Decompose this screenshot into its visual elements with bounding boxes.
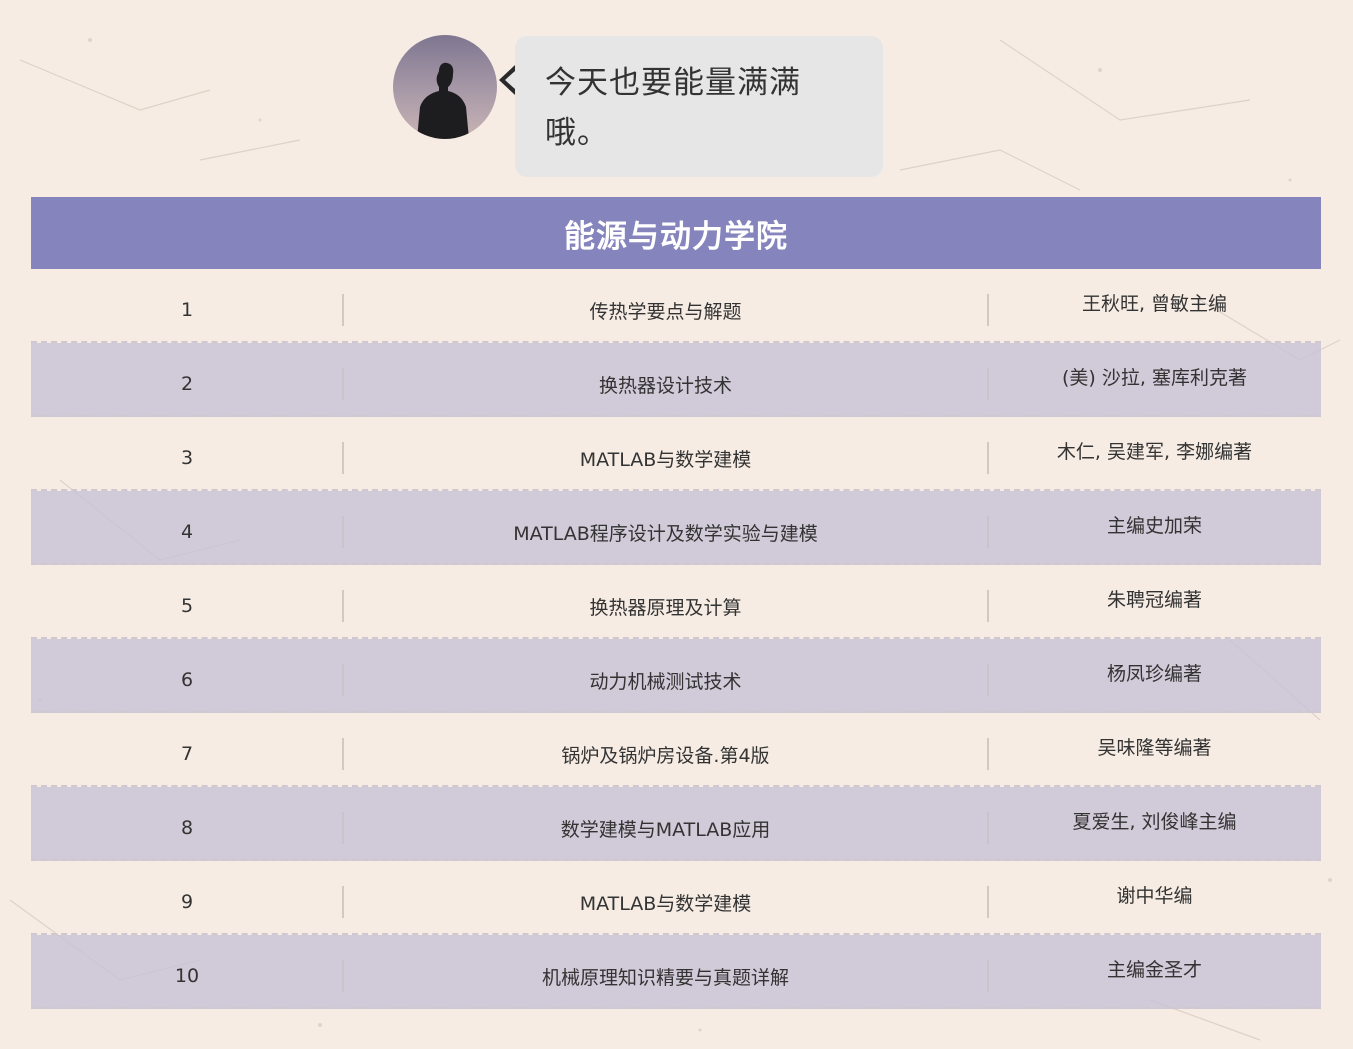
row-number: 6 (180, 669, 194, 691)
book-list-table: 能源与动力学院 1 传热学要点与解题 王秋旺, 曾敏主编 2 换热器设计技术 (… (31, 197, 1321, 1009)
book-title: 换热器原理及计算 (589, 596, 742, 619)
row-number: 9 (180, 891, 194, 913)
book-author: (美) 沙拉, 塞库利克著 (1062, 366, 1247, 389)
avatar (393, 35, 497, 139)
table-row: 4 MATLAB程序设计及数学实验与建模 主编史加荣 (31, 491, 1321, 565)
table-row: 9 MATLAB与数学建模 谢中华编 (31, 861, 1321, 935)
row-number: 5 (180, 595, 194, 617)
book-author: 主编金圣才 (1106, 958, 1202, 981)
table-row: 2 换热器设计技术 (美) 沙拉, 塞库利克著 (31, 343, 1321, 417)
table-row: 6 动力机械测试技术 杨凤珍编著 (31, 639, 1321, 713)
book-author: 谢中华编 (1116, 884, 1193, 907)
book-title: 传热学要点与解题 (589, 300, 742, 323)
table-row: 10 机械原理知识精要与真题详解 主编金圣才 (31, 935, 1321, 1009)
greeting-section: 今天也要能量满满哦。 (393, 35, 893, 180)
person-silhouette-icon (417, 62, 469, 139)
row-number: 2 (180, 373, 194, 395)
greeting-message: 今天也要能量满满哦。 (545, 65, 801, 151)
table-row: 3 MATLAB与数学建模 木仁, 吴建军, 李娜编著 (31, 417, 1321, 491)
table-row: 7 锅炉及锅炉房设备.第4版 吴味隆等编著 (31, 713, 1321, 787)
book-author: 王秋旺, 曾敏主编 (1081, 292, 1228, 315)
row-number: 3 (180, 447, 194, 469)
row-number: 7 (180, 743, 194, 765)
book-author: 夏爱生, 刘俊峰主编 (1072, 810, 1237, 833)
book-author: 主编史加荣 (1106, 514, 1202, 537)
book-title: 机械原理知识精要与真题详解 (541, 966, 789, 989)
book-author: 吴味隆等编著 (1097, 736, 1212, 759)
table-row: 5 换热器原理及计算 朱聘冠编著 (31, 565, 1321, 639)
book-title: 数学建模与MATLAB应用 (560, 818, 771, 841)
row-number: 8 (180, 817, 194, 839)
row-number: 1 (180, 299, 194, 321)
book-author: 木仁, 吴建军, 李娜编著 (1056, 440, 1253, 463)
book-title: 换热器设计技术 (598, 374, 732, 397)
row-number: 4 (180, 521, 194, 543)
book-title: 动力机械测试技术 (589, 670, 742, 693)
book-title: MATLAB与数学建模 (579, 892, 752, 915)
row-number: 10 (174, 965, 200, 987)
book-title: MATLAB与数学建模 (579, 448, 752, 471)
table-row: 1 传热学要点与解题 王秋旺, 曾敏主编 (31, 269, 1321, 343)
speech-bubble: 今天也要能量满满哦。 (515, 36, 883, 177)
book-title: 锅炉及锅炉房设备.第4版 (561, 744, 770, 767)
book-title: MATLAB程序设计及数学实验与建模 (513, 522, 818, 545)
table-header: 能源与动力学院 (31, 197, 1321, 269)
book-author: 朱聘冠编著 (1106, 588, 1202, 611)
book-author: 杨凤珍编著 (1106, 662, 1202, 685)
college-title: 能源与动力学院 (564, 218, 788, 255)
table-row: 8 数学建模与MATLAB应用 夏爱生, 刘俊峰主编 (31, 787, 1321, 861)
